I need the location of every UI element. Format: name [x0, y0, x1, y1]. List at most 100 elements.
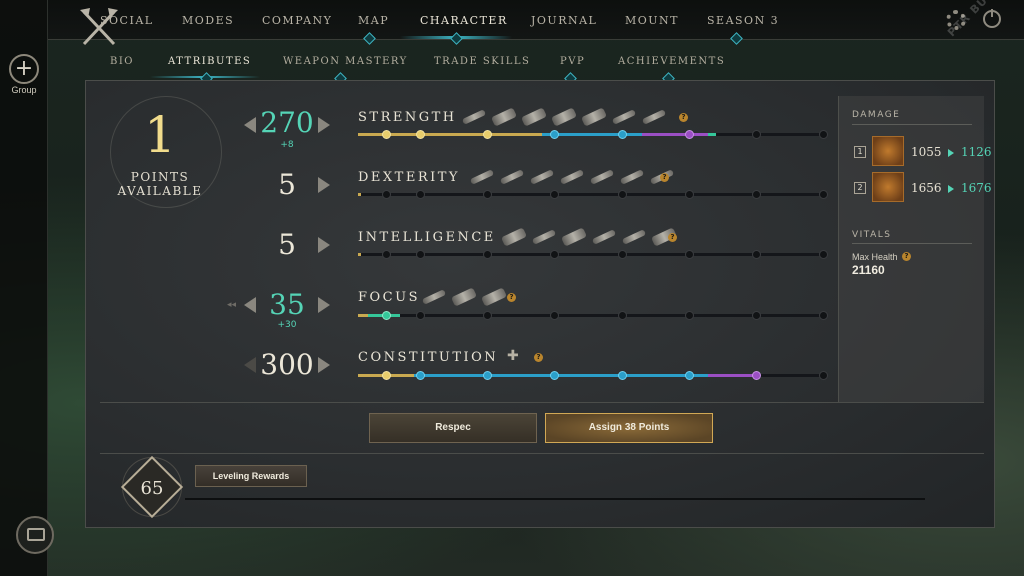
- focus-increase-button[interactable]: [318, 297, 330, 313]
- weapon-slot-1-new-damage: 1126: [961, 145, 992, 159]
- group-add-button[interactable]: +: [9, 54, 39, 84]
- plus-icon: +: [14, 56, 34, 81]
- flail-icon: [451, 287, 477, 307]
- chat-button[interactable]: [16, 516, 54, 554]
- dexterity-threshold-dot: [685, 190, 694, 199]
- dexterity-progress-track: [358, 190, 828, 199]
- strength-threshold-dot: [752, 130, 761, 139]
- tab-attributes[interactable]: ATTRIBUTES: [168, 56, 251, 67]
- strength-threshold-dot: [382, 130, 391, 139]
- constitution-plus-icon: ✚: [507, 348, 519, 364]
- dexterity-threshold-dot: [382, 190, 391, 199]
- dexterity-threshold-dot: [550, 190, 559, 199]
- dexterity-threshold-dot: [416, 190, 425, 199]
- dexterity-increase-button[interactable]: [318, 177, 330, 193]
- dexterity-label: DEXTERITY: [358, 170, 461, 185]
- panel-divider: [100, 453, 984, 454]
- intelligence-threshold-dot: [550, 250, 559, 259]
- max-health-info-icon[interactable]: ?: [902, 252, 911, 261]
- vitals-title: VITALS: [852, 230, 892, 240]
- nav-character[interactable]: CHARACTER: [420, 14, 508, 27]
- musket-icon: [529, 169, 555, 185]
- strength-threshold-dot: [416, 130, 425, 139]
- flail-icon: [581, 107, 607, 127]
- focus-reset-icon[interactable]: ◂◂: [227, 300, 236, 310]
- leveling-rewards-button[interactable]: Leveling Rewards: [195, 465, 307, 487]
- crossed-axes-logo-icon[interactable]: [78, 6, 120, 48]
- dexterity-weapon-icons: [469, 168, 675, 186]
- focus-threshold-dot: [382, 311, 391, 320]
- focus-value: 35: [269, 288, 305, 321]
- tab-pvp[interactable]: PVP: [560, 56, 585, 67]
- focus-threshold-dot: [550, 311, 559, 320]
- bow-icon: [469, 169, 495, 185]
- max-health-label: Max Health: [852, 252, 898, 262]
- constitution-threshold-dot: [416, 371, 425, 380]
- nav-social[interactable]: SOCIAL: [100, 14, 154, 27]
- strength-info-icon[interactable]: ?: [679, 113, 688, 122]
- dexterity-info-icon[interactable]: ?: [660, 173, 669, 182]
- strength-increase-button[interactable]: [318, 117, 330, 133]
- focus-threshold-dot: [618, 311, 627, 320]
- strength-bonus: +8: [280, 140, 294, 150]
- strength-threshold-dot: [618, 130, 627, 139]
- nav-season[interactable]: SEASON 3: [707, 14, 779, 27]
- constitution-threshold-dot: [752, 371, 761, 380]
- dexterity-fill-gold: [358, 193, 361, 196]
- dexterity-threshold-dot: [618, 190, 627, 199]
- left-rail: + Group: [0, 0, 48, 576]
- nav-modes[interactable]: MODES: [182, 14, 234, 27]
- tab-bio[interactable]: BIO: [110, 56, 134, 67]
- strength-weapon-icons: [461, 107, 667, 127]
- constitution-threshold-dot: [819, 371, 828, 380]
- constitution-threshold-dot: [483, 371, 492, 380]
- tab-achievements[interactable]: ACHIEVEMENTS: [618, 56, 725, 67]
- intelligence-threshold-dot: [618, 250, 627, 259]
- points-available-label: POINTS AVAILABLE: [100, 170, 220, 198]
- rapier-icon: [499, 169, 525, 185]
- stats-sidebar: DAMAGE 1 1055 1126 2 1656 1676 VITALS Ma…: [838, 96, 992, 402]
- strength-threshold-dot: [819, 130, 828, 139]
- void-gauntlet-icon: [481, 287, 507, 307]
- greatsword-icon: [641, 109, 667, 125]
- respec-button[interactable]: Respec: [369, 413, 537, 443]
- nav-map[interactable]: MAP: [358, 14, 389, 27]
- power-icon[interactable]: [983, 9, 1001, 28]
- constitution-fill-purple: [708, 374, 754, 377]
- intelligence-threshold-dot: [685, 250, 694, 259]
- level-value: 65: [140, 478, 164, 499]
- dexterity-value: 5: [278, 168, 296, 201]
- constitution-info-icon[interactable]: ?: [534, 353, 543, 362]
- nav-journal[interactable]: JOURNAL: [531, 14, 597, 27]
- intelligence-increase-button[interactable]: [318, 237, 330, 253]
- nav-company[interactable]: COMPANY: [262, 14, 332, 27]
- tab-weapon-mastery[interactable]: WEAPON MASTERY: [283, 56, 408, 67]
- intelligence-info-icon[interactable]: ?: [668, 233, 677, 242]
- constitution-label: CONSTITUTION: [358, 350, 499, 365]
- nav-mount[interactable]: MOUNT: [625, 14, 679, 27]
- panel-divider: [100, 402, 984, 403]
- weapon-slot-2-new-damage: 1676: [961, 181, 992, 195]
- weapon-slot-1-damage: 1055: [911, 145, 942, 159]
- focus-bonus: +30: [277, 320, 297, 330]
- constitution-threshold-dot: [382, 371, 391, 380]
- hatchet-icon: [491, 107, 517, 127]
- damage-divider: [852, 124, 972, 125]
- focus-fill-gold: [358, 314, 368, 317]
- war-hammer-icon: [521, 107, 547, 127]
- damage-title: DAMAGE: [852, 110, 901, 120]
- top-nav: SOCIAL MODES COMPANY MAP CHARACTER JOURN…: [48, 0, 1024, 46]
- strength-progress-track: [358, 130, 828, 139]
- weapon-slot-2-damage: 1656: [911, 181, 942, 195]
- constitution-increase-button[interactable]: [318, 357, 330, 373]
- focus-info-icon[interactable]: ?: [507, 293, 516, 302]
- assign-points-button[interactable]: Assign 38 Points: [545, 413, 713, 443]
- constitution-value: 300: [260, 348, 314, 381]
- tab-trade-skills[interactable]: TRADE SKILLS: [434, 56, 530, 67]
- constitution-threshold-dot: [618, 371, 627, 380]
- strength-threshold-dot: [483, 130, 492, 139]
- blunderbuss-icon: [561, 227, 587, 247]
- focus-threshold-dot: [752, 311, 761, 320]
- dexterity-threshold-dot: [819, 190, 828, 199]
- intelligence-label: INTELLIGENCE: [358, 230, 496, 245]
